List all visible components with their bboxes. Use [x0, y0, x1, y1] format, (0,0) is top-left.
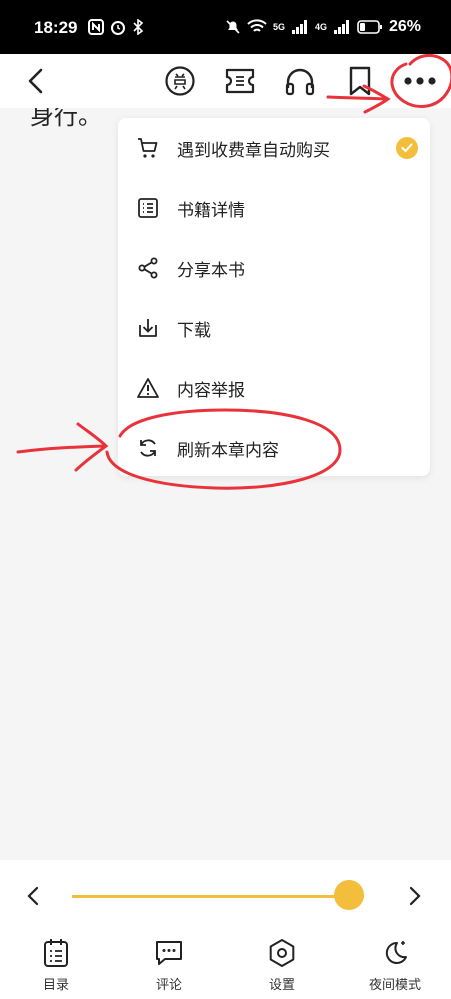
settings-icon	[269, 939, 295, 967]
bookmark-button[interactable]	[342, 63, 378, 99]
share-icon	[138, 257, 158, 279]
menu-item-share[interactable]: 分享本书	[118, 238, 430, 298]
chapter-progress	[0, 860, 451, 930]
ticket-button[interactable]	[222, 63, 258, 99]
nav-label: 目录	[42, 978, 69, 993]
status-left-icons	[88, 19, 144, 35]
night-mode-icon	[385, 941, 407, 964]
nav-settings[interactable]: 设置	[242, 938, 322, 998]
menu-item-label: 内容举报	[177, 380, 245, 401]
mute-icon	[226, 20, 240, 34]
previous-chapter-icon[interactable]	[26, 886, 40, 906]
menu-item-label: 下载	[177, 320, 211, 341]
menu-item-refresh-chapter[interactable]: 刷新本章内容	[118, 418, 430, 478]
bookmark-icon	[349, 66, 371, 96]
alarm-icon	[111, 21, 125, 35]
menu-item-label: 遇到收费章自动购买	[177, 140, 330, 161]
reward-button[interactable]	[162, 63, 198, 99]
checked-icon[interactable]	[396, 137, 418, 159]
refresh-icon	[140, 439, 156, 457]
network-4g-label: 4G	[314, 22, 327, 32]
catalog-icon	[44, 939, 68, 967]
bluetooth-icon	[133, 19, 144, 35]
progress-thumb[interactable]	[334, 880, 365, 910]
wifi-icon	[247, 19, 267, 32]
nav-label: 评论	[155, 978, 182, 993]
status-bar: 18:29 5G 4G 26%	[0, 0, 451, 54]
battery-level: 26%	[388, 18, 421, 35]
more-menu: 遇到收费章自动购买 书籍详情 分享本书 下载 内容举报 刷新本章内容	[118, 118, 430, 476]
reward-icon	[165, 66, 195, 96]
ticket-icon	[225, 68, 255, 94]
menu-item-label: 书籍详情	[177, 200, 245, 221]
menu-item-book-details[interactable]: 书籍详情	[118, 178, 430, 238]
status-time: 18:29	[34, 18, 78, 37]
headphones-icon	[285, 68, 315, 96]
comment-icon	[156, 941, 182, 965]
status-right-icons: 5G 4G 26%	[225, 18, 421, 36]
download-icon	[139, 319, 157, 337]
network-5g-label: 5G	[272, 22, 285, 32]
menu-item-download[interactable]: 下载	[118, 298, 430, 358]
top-toolbar	[0, 54, 451, 108]
cart-icon	[138, 138, 158, 158]
listen-button[interactable]	[282, 63, 318, 99]
menu-item-auto-buy[interactable]: 遇到收费章自动购买	[118, 118, 430, 178]
nav-comments[interactable]: 评论	[129, 938, 209, 998]
chevron-left-icon	[28, 68, 43, 94]
battery-icon	[357, 20, 382, 34]
signal-icon	[291, 20, 307, 34]
nav-label: 设置	[268, 978, 295, 993]
nfc-icon	[88, 19, 104, 35]
nav-catalog[interactable]: 目录	[16, 938, 96, 998]
menu-item-label: 分享本书	[177, 260, 245, 281]
warning-icon	[137, 378, 159, 398]
nav-label: 夜间模式	[368, 978, 421, 993]
next-chapter-icon[interactable]	[408, 886, 422, 906]
more-button[interactable]	[402, 63, 438, 99]
bottom-nav: 目录 评论 设置 夜间模式	[0, 930, 451, 999]
menu-item-label: 刷新本章内容	[177, 440, 279, 461]
list-icon	[138, 198, 158, 218]
nav-night-mode[interactable]: 夜间模式	[355, 938, 435, 998]
more-icon	[404, 77, 436, 85]
menu-item-report[interactable]: 内容举报	[118, 358, 430, 418]
signal-icon	[333, 20, 349, 34]
progress-track[interactable]	[72, 895, 364, 898]
back-button[interactable]	[18, 63, 54, 99]
